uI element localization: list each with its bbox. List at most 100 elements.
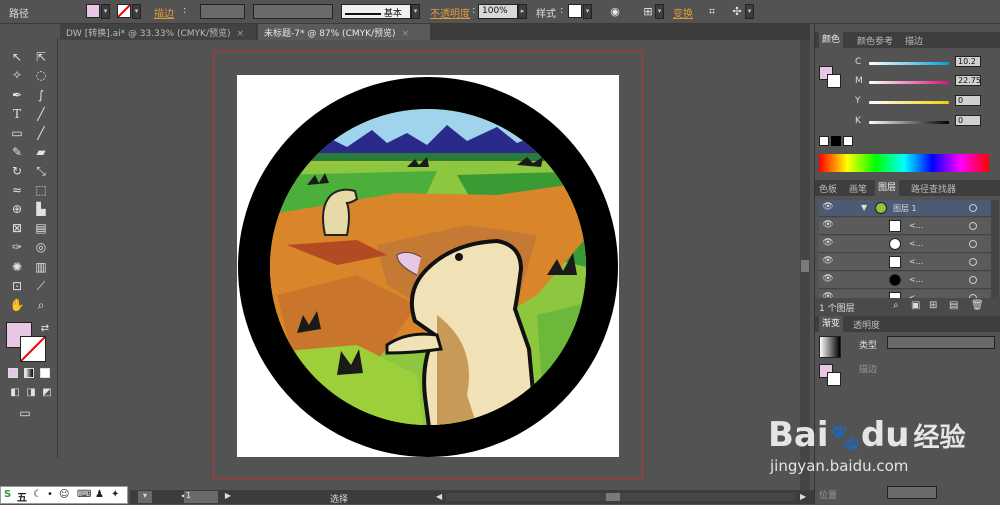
recolor-icon[interactable]: ◉	[607, 4, 623, 19]
tab-color-guide[interactable]: 颜色参考	[857, 34, 893, 47]
scroll-left-icon[interactable]: ◀	[436, 492, 444, 502]
close-icon[interactable]: ×	[402, 29, 410, 39]
eye-icon[interactable]: 👁	[821, 220, 835, 232]
tab-pathfinder[interactable]: 路径查找器	[911, 182, 956, 195]
opacity-dropdown[interactable]: ▸	[518, 4, 527, 19]
fill-swatch[interactable]	[86, 4, 100, 18]
color-spectrum[interactable]	[819, 154, 989, 172]
stroke-color-swatch[interactable]	[20, 336, 46, 362]
fill-dropdown[interactable]: ▾	[101, 4, 110, 19]
tab-document-1[interactable]: DW [转换].ai* @ 33.33% (CMYK/预览) ×	[60, 24, 256, 40]
sublayer-row[interactable]: 👁 <...	[819, 236, 991, 253]
eye-icon[interactable]: 👁	[821, 238, 835, 250]
direct-selection-tool-icon[interactable]: ⇱	[32, 48, 50, 66]
disclosure-triangle-icon[interactable]: ▼	[861, 203, 867, 212]
stroke-label[interactable]: 描边	[154, 5, 174, 20]
ime-keyboard-icon[interactable]: ⌨	[77, 489, 91, 500]
eraser-icon[interactable]: ▰	[32, 143, 50, 161]
magic-wand-icon[interactable]: ✧	[8, 66, 26, 84]
close-icon[interactable]: ×	[237, 29, 245, 39]
channel-y-input[interactable]: 0	[955, 95, 981, 106]
line-tool-icon[interactable]: ╱	[32, 105, 50, 123]
color-mode-icon[interactable]	[8, 368, 18, 378]
type-tool-icon[interactable]: T	[8, 105, 26, 123]
target-icon[interactable]	[969, 276, 977, 284]
style-swatch[interactable]	[568, 4, 582, 18]
swap-colors-icon[interactable]: ⇄	[36, 320, 54, 338]
free-transform-icon[interactable]: ⬚	[32, 181, 50, 199]
arrange-icon[interactable]: ✣	[729, 4, 745, 19]
hand-tool-icon[interactable]: ✋	[8, 296, 26, 314]
transform-label[interactable]: 变换	[673, 5, 693, 20]
target-icon[interactable]	[969, 240, 977, 248]
screen-mode-icon[interactable]: ▭	[16, 404, 34, 422]
style-dropdown[interactable]: ▾	[583, 4, 592, 19]
paintbrush-icon[interactable]: ╱	[32, 124, 50, 142]
brush-dropdown[interactable]: ▾	[411, 4, 420, 19]
locate-object-icon[interactable]: ⌕	[893, 300, 899, 311]
blend-tool-icon[interactable]: ◎	[32, 238, 50, 256]
gradient-preview[interactable]	[819, 336, 841, 358]
tab-transparency[interactable]: 透明度	[853, 318, 880, 331]
opacity-label[interactable]: 不透明度	[430, 5, 470, 20]
brush-field[interactable]: 基本	[341, 4, 411, 19]
ime-punct-icon[interactable]: ☾	[33, 489, 42, 500]
gradient-type-select[interactable]	[887, 336, 995, 349]
sublayer-row[interactable]: 👁 <...	[819, 218, 991, 235]
curvature-tool-icon[interactable]: ∫	[32, 86, 50, 104]
layers-scrollbar[interactable]	[991, 200, 999, 298]
black-swatch[interactable]	[831, 136, 841, 146]
channel-c-input[interactable]: 10.2	[955, 56, 981, 67]
next-artboard-icon[interactable]: ▶	[222, 491, 234, 503]
variable-width-field[interactable]	[253, 4, 333, 19]
rectangle-tool-icon[interactable]: ▭	[8, 124, 26, 142]
align-dropdown[interactable]: ▾	[655, 4, 664, 19]
ime-toolbar[interactable]: S 五 ☾ • ☺ ⌨ ♟ ✦	[0, 486, 128, 504]
symbol-sprayer-icon[interactable]: ✺	[8, 258, 26, 276]
column-graph-icon[interactable]: ▥	[32, 258, 50, 276]
eye-icon[interactable]: 👁	[821, 274, 835, 286]
eyedropper-icon[interactable]: ✑	[8, 238, 26, 256]
channel-c-slider[interactable]	[869, 62, 949, 65]
tab-gradient[interactable]: 渐变	[819, 316, 844, 332]
gradient-position-field[interactable]	[887, 486, 937, 499]
channel-m-slider[interactable]	[869, 81, 949, 84]
tab-brushes[interactable]: 画笔	[849, 182, 867, 195]
shape-builder-icon[interactable]: ⊕	[8, 200, 26, 218]
scroll-right-icon[interactable]: ▶	[800, 492, 808, 502]
channel-y-slider[interactable]	[869, 101, 949, 104]
selection-tool-icon[interactable]: ↖	[8, 48, 26, 66]
tab-document-2[interactable]: 未标题-7* @ 87% (CMYK/预览) ×	[258, 24, 430, 40]
zoom-tool-icon[interactable]: ⌕	[32, 296, 50, 314]
clipping-mask-icon[interactable]: ▣	[911, 300, 920, 311]
ime-emoji-icon[interactable]: ☺	[59, 489, 69, 500]
sublayer-row[interactable]: 👁 <...	[819, 254, 991, 271]
channel-k-slider[interactable]	[869, 121, 949, 124]
ime-mode-label[interactable]: 五	[17, 489, 27, 504]
artboard-number-field[interactable]: 1	[184, 491, 218, 503]
artboard[interactable]	[237, 75, 619, 457]
none-mode-icon[interactable]	[40, 368, 50, 378]
none-swatch[interactable]	[819, 136, 829, 146]
opacity-field[interactable]: 100%	[478, 4, 518, 19]
warp-tool-icon[interactable]: ≈	[8, 181, 26, 199]
channel-k-input[interactable]: 0	[955, 115, 981, 126]
perspective-grid-icon[interactable]: ▙	[32, 200, 50, 218]
arrange-dropdown[interactable]: ▾	[745, 4, 754, 19]
eye-icon[interactable]: 👁	[821, 256, 835, 268]
new-sublayer-icon[interactable]: ⊞	[929, 300, 937, 311]
slice-tool-icon[interactable]: ⟋	[32, 277, 50, 295]
canvas-area[interactable]	[60, 40, 810, 490]
eye-icon[interactable]: 👁	[821, 202, 835, 214]
stroke-dropdown[interactable]: ▾	[132, 4, 141, 19]
tab-stroke[interactable]: 描边	[905, 34, 923, 47]
rotate-tool-icon[interactable]: ↻	[8, 162, 26, 180]
white-swatch[interactable]	[843, 136, 853, 146]
target-icon[interactable]	[969, 204, 977, 212]
gradient-mode-icon[interactable]	[24, 368, 34, 378]
channel-m-input[interactable]: 22.75	[955, 75, 981, 86]
stroke-swatch[interactable]	[117, 4, 131, 18]
align-icon[interactable]: ⊞	[640, 4, 656, 19]
ime-settings-icon[interactable]: ✦	[111, 489, 119, 500]
pencil-icon[interactable]: ✎	[8, 143, 26, 161]
